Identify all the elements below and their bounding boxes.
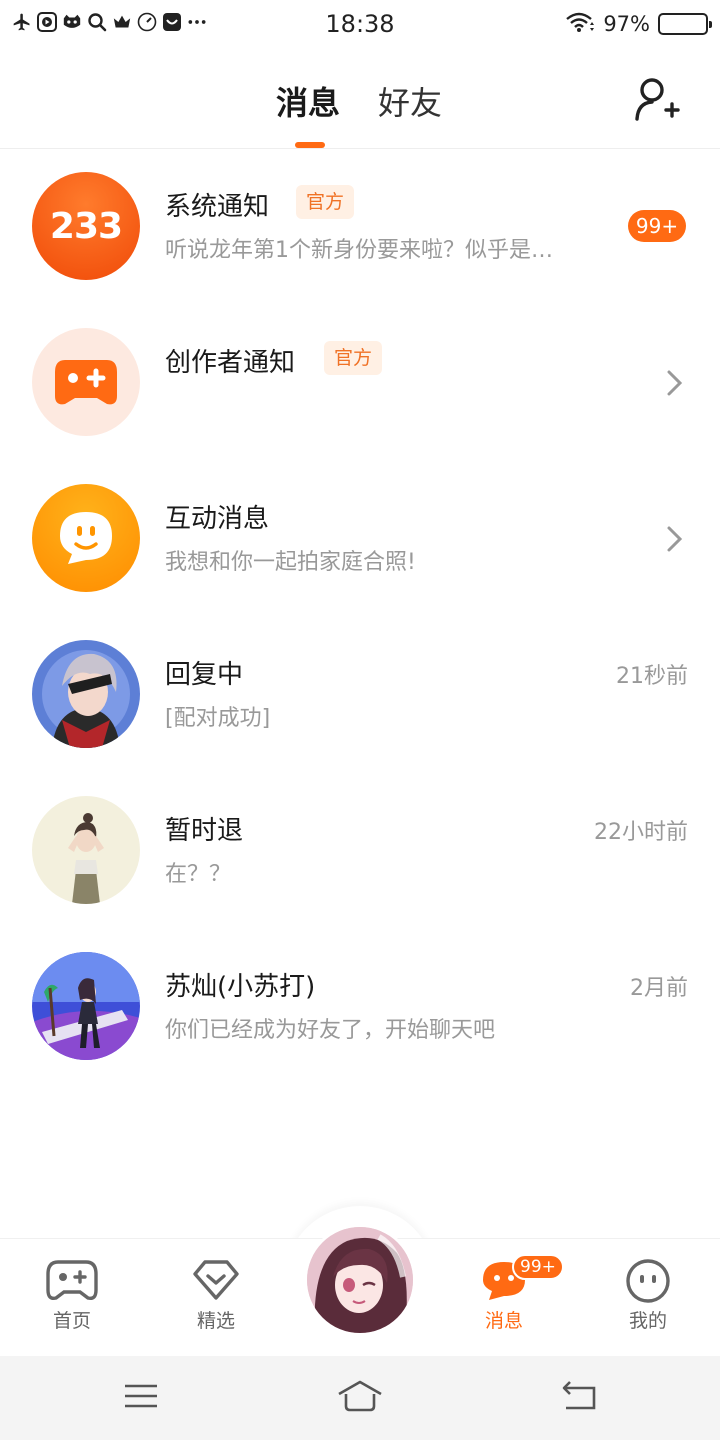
active-tab-indicator — [295, 142, 325, 148]
menu-icon[interactable] — [116, 1376, 166, 1416]
list-item-interaction[interactable]: 互动消息 我想和你一起拍家庭合照! — [0, 462, 720, 618]
status-right: 97% — [565, 11, 712, 37]
avatar — [32, 328, 140, 436]
official-tag: 官方 — [296, 185, 355, 219]
list-item-chat[interactable]: 暂时退 在？？ 22小时前 — [0, 774, 720, 930]
face-icon — [598, 1258, 698, 1303]
system-nav-bar — [0, 1356, 720, 1440]
nav-label: 我的 — [628, 1310, 667, 1332]
message-preview: 我想和你一起拍家庭合照! — [165, 550, 416, 575]
top-tabs: 消息 好友 — [0, 50, 720, 149]
contact-name: 系统通知 — [165, 192, 270, 222]
gamepad-icon — [22, 1258, 122, 1302]
contact-name: 暂时退 — [165, 816, 244, 846]
back-icon[interactable] — [554, 1376, 604, 1416]
nav-label: 消息 — [484, 1310, 523, 1332]
contact-name: 创作者通知 — [165, 348, 296, 378]
message-time: 21秒前 — [616, 664, 688, 689]
tab-messages[interactable]: 消息 — [276, 78, 340, 124]
chevron-right-icon — [662, 524, 686, 554]
tab-friends[interactable]: 好友 — [378, 78, 442, 124]
message-preview: 你们已经成为好友了，开始聊天吧 — [165, 1018, 496, 1043]
list-item-creator-notice[interactable]: 创作者通知 官方 — [0, 306, 720, 462]
message-preview: 听说龙年第1个新身份要来啦？似乎是… — [165, 238, 553, 263]
chevron-right-icon — [662, 368, 686, 398]
list-item-system-notice[interactable]: 233 系统通知 官方 听说龙年第1个新身份要来啦？似乎是… 99+ — [0, 150, 720, 306]
heart-diamond-icon — [166, 1258, 266, 1302]
avatar — [32, 952, 140, 1060]
gamepad-plus-icon — [53, 358, 119, 412]
list-item-chat[interactable]: 回复中 [配对成功] 21秒前 — [0, 618, 720, 774]
contact-name: 互动消息 — [165, 504, 270, 534]
avatar: 233 — [32, 172, 140, 280]
nav-label: 首页 — [52, 1310, 91, 1332]
status-bar: 18:38 97% — [0, 0, 720, 50]
unread-badge: 99+ — [628, 210, 686, 242]
avatar — [32, 640, 140, 748]
nav-featured[interactable]: 精选 — [166, 1258, 266, 1333]
message-time: 22小时前 — [594, 820, 688, 845]
battery-icon — [658, 13, 712, 35]
chat-face-icon — [56, 508, 116, 572]
list-item-chat[interactable]: 苏灿(小苏打) 你们已经成为好友了，开始聊天吧 2月前 — [0, 930, 720, 1086]
wifi-icon — [565, 11, 595, 37]
home-icon[interactable] — [335, 1376, 385, 1416]
battery-percent: 97% — [603, 12, 650, 36]
avatar — [32, 484, 140, 592]
message-preview: 在？？ — [165, 862, 232, 887]
avatar — [32, 796, 140, 904]
center-avatar-button[interactable] — [304, 1224, 416, 1336]
contact-name: 回复中 — [165, 660, 244, 690]
message-preview: [配对成功] — [165, 706, 271, 731]
avatar-logo-233: 233 — [49, 205, 123, 247]
nav-home[interactable]: 首页 — [22, 1258, 122, 1333]
nav-label: 精选 — [196, 1310, 235, 1332]
nav-profile[interactable]: 我的 — [598, 1258, 698, 1333]
message-time: 2月前 — [630, 976, 688, 1001]
add-friend-icon[interactable] — [632, 75, 682, 125]
nav-unread-badge: 99+ — [512, 1254, 564, 1280]
official-tag: 官方 — [324, 341, 383, 375]
contact-name: 苏灿(小苏打) — [165, 972, 316, 1002]
